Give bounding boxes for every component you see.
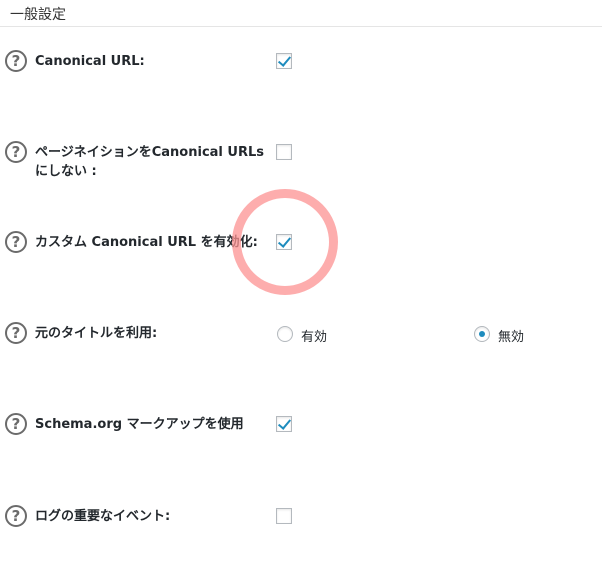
help-icon[interactable]: ? <box>5 322 27 344</box>
original-title-disable-radio[interactable] <box>474 326 490 342</box>
help-icon[interactable]: ? <box>5 413 27 435</box>
help-icon[interactable]: ? <box>5 50 27 72</box>
canonical-url-checkbox[interactable] <box>276 53 292 69</box>
section-title: 一般設定 <box>10 7 66 23</box>
original-title-enable-label[interactable]: 有効 <box>301 326 327 345</box>
section-divider <box>0 26 602 27</box>
original-title-disable-label[interactable]: 無効 <box>498 326 524 345</box>
original-title-enable-radio[interactable] <box>277 326 293 342</box>
no-pagination-canonical-checkbox[interactable] <box>276 144 292 160</box>
setting-label-log-events: ログの重要なイベント: <box>35 509 171 524</box>
help-icon[interactable]: ? <box>5 505 27 527</box>
setting-label-original-title: 元のタイトルを利用: <box>35 326 158 341</box>
log-events-checkbox[interactable] <box>276 508 292 524</box>
schema-markup-checkbox[interactable] <box>276 416 292 432</box>
setting-label-canonical-url: Canonical URL: <box>35 54 145 69</box>
setting-label-schema-markup: Schema.org マークアップを使用 <box>35 417 244 432</box>
setting-label-no-pagination-canonical: ページネイションをCanonical URLsにしない : <box>35 145 264 179</box>
setting-label-custom-canonical: カスタム Canonical URL を有効化: <box>35 235 258 250</box>
help-icon[interactable]: ? <box>5 141 27 163</box>
custom-canonical-checkbox[interactable] <box>276 234 292 250</box>
help-icon[interactable]: ? <box>5 231 27 253</box>
